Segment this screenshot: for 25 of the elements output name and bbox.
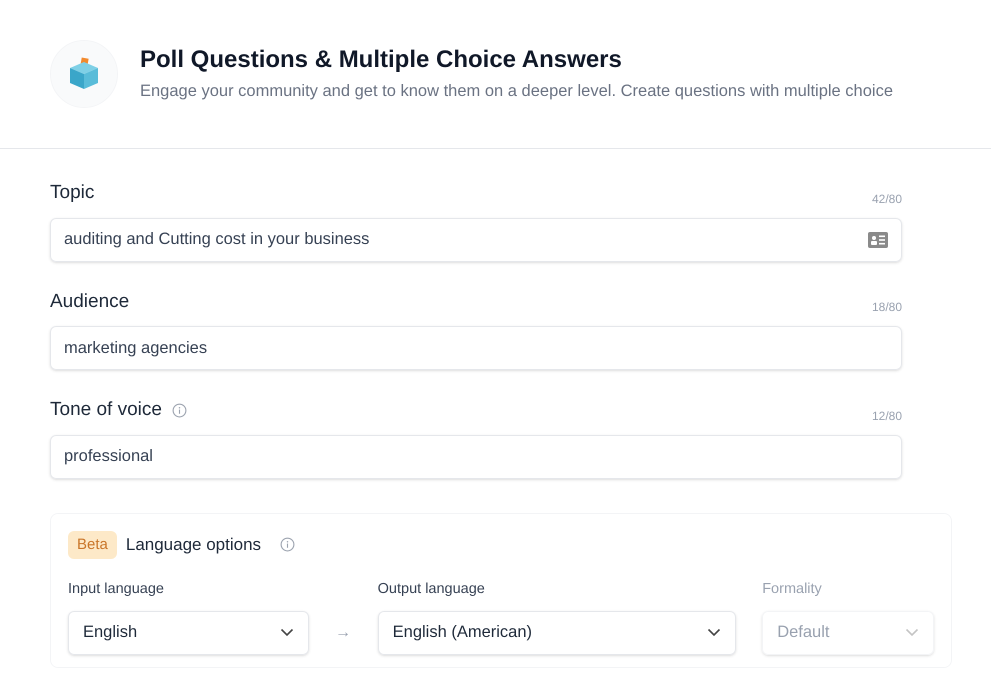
select-label: Output language: [378, 580, 486, 599]
info-icon[interactable]: [172, 402, 187, 418]
page-subtitle: Engage your community and get to know them on a deeper level. Create questions with multiple choice: [140, 80, 894, 102]
select-label: Formality: [762, 580, 823, 599]
beta-badge: Beta: [68, 530, 117, 559]
character-counter: 18/80: [872, 299, 902, 316]
field-label: Audience: [50, 290, 130, 314]
character-counter: 42/80: [872, 190, 902, 208]
arrow-icon: →: [308, 610, 378, 655]
dropdown[interactable]: English (American): [378, 610, 736, 655]
text-field[interactable]: professional: [50, 434, 902, 478]
chevron-down-icon: [904, 628, 919, 638]
chevron-down-icon: [280, 628, 294, 638]
field-label: Topic: [50, 181, 94, 205]
section-title: Language options: [126, 534, 262, 556]
dropdown[interactable]: English: [68, 610, 309, 655]
page-title: Poll Questions & Multiple Choice Answers: [140, 44, 623, 75]
field-label: Tone of voice: [50, 398, 162, 422]
text-field[interactable]: marketing agencies: [50, 326, 902, 370]
contact-card-icon[interactable]: [868, 232, 888, 248]
chevron-down-icon: [707, 628, 722, 638]
info-icon[interactable]: [280, 537, 296, 552]
text-field[interactable]: auditing and Cutting cost in your business: [50, 218, 902, 262]
character-counter: 12/80: [872, 408, 902, 424]
select-label: Input language: [68, 580, 165, 599]
